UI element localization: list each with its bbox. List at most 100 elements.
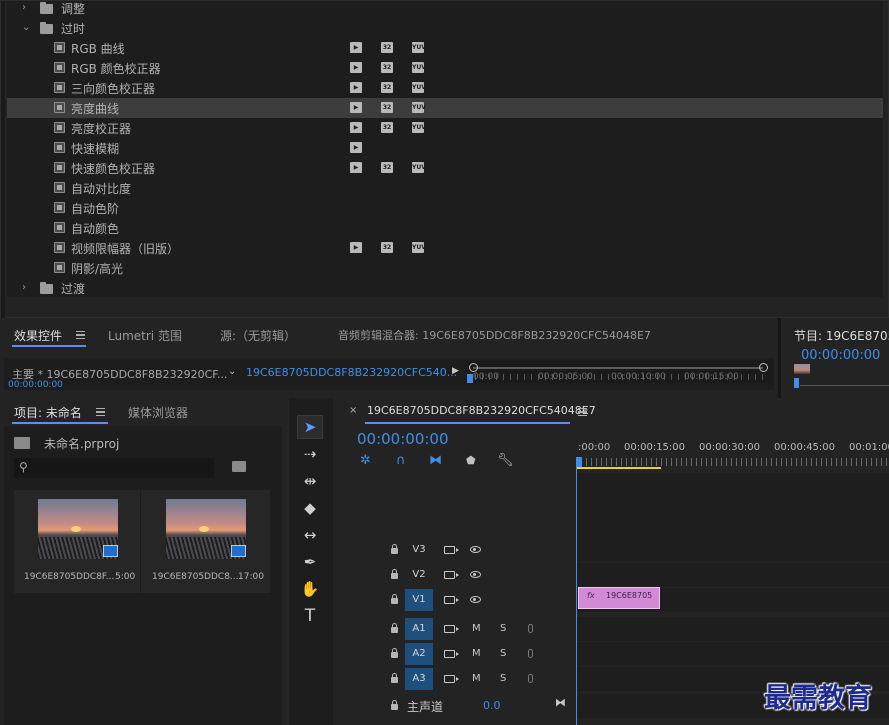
sync-lock-icon[interactable] [444, 596, 459, 604]
chevron-right-icon[interactable]: › [22, 2, 26, 13]
panel-menu-icon[interactable] [578, 408, 587, 416]
microphone-icon[interactable] [528, 674, 533, 683]
track-target-v3[interactable]: V3 [405, 539, 433, 561]
lock-icon[interactable] [391, 594, 398, 604]
tab-project[interactable]: 项目: 未命名 [14, 404, 82, 421]
project-search-input[interactable]: ⚲ [14, 458, 214, 478]
program-scrubber[interactable] [800, 385, 889, 386]
effect-item[interactable]: 快速颜色校正器 ▶ 32 YUV [7, 158, 883, 178]
microphone-icon[interactable] [528, 624, 533, 633]
clip-selector[interactable]: 19C6E8705DDC8F8B232920CFC540... [246, 366, 457, 379]
play-icon[interactable]: ▶ [452, 366, 459, 376]
panel-menu-icon[interactable] [76, 331, 85, 339]
timeline-ruler[interactable]: :00:00 00:00:15:00 00:00:30:00 00:00:45:… [576, 438, 889, 473]
work-area-bar[interactable] [576, 467, 661, 469]
video-clip[interactable]: fx 19C6E8705 [578, 587, 660, 609]
track-target-v2[interactable]: V2 [405, 564, 433, 586]
sync-lock-icon[interactable] [444, 675, 459, 683]
slip-tool-icon[interactable]: ↔ [297, 523, 323, 547]
nest-sequence-icon[interactable]: ✲ [360, 453, 371, 468]
chevron-down-icon[interactable]: ⌄ [22, 22, 30, 33]
effect-item[interactable]: 视频限幅器（旧版） ▶ 32 YUV [7, 238, 883, 258]
lock-icon[interactable] [391, 544, 398, 554]
eye-icon[interactable] [470, 546, 481, 553]
solo-button[interactable]: S [500, 673, 506, 684]
lock-icon[interactable] [391, 673, 398, 683]
go-to-end-icon[interactable]: ⧓ [555, 696, 566, 709]
master-volume[interactable]: 0.0 [483, 699, 501, 712]
mute-button[interactable]: M [472, 648, 481, 659]
effect-item[interactable]: RGB 颜色校正器 ▶ 32 YUV [7, 58, 883, 78]
effect-item[interactable]: 自动颜色 [7, 218, 883, 238]
clip-name[interactable]: 19C6E8705DDC8F... [24, 572, 114, 582]
lock-icon[interactable] [391, 569, 398, 579]
ec-zoom-handle-right[interactable] [759, 363, 768, 372]
chevron-right-icon[interactable]: › [22, 282, 26, 293]
program-playhead[interactable] [794, 378, 799, 388]
tab-source[interactable]: 源:（无剪辑） [220, 327, 296, 344]
track-lane[interactable] [576, 642, 889, 666]
track-target-a3[interactable]: A3 [405, 668, 433, 690]
ec-playhead[interactable] [467, 374, 473, 383]
lock-icon[interactable] [391, 648, 398, 658]
lock-icon[interactable] [391, 623, 398, 633]
effect-item[interactable]: 快速模糊 ▶ [7, 138, 883, 158]
playhead-line[interactable] [576, 466, 577, 725]
lock-icon[interactable] [391, 700, 398, 710]
effect-item[interactable]: 自动色阶 [7, 198, 883, 218]
track-select-tool-icon[interactable]: ⇢ [297, 442, 323, 466]
effect-item[interactable]: RGB 曲线 ▶ 32 YUV [7, 38, 883, 58]
ec-timeline-ruler[interactable]: :00:00 00:00:05:00 00:00:10:00 00:00:15:… [466, 361, 771, 383]
linked-selection-icon[interactable]: ⧓ [429, 453, 442, 468]
solo-button[interactable]: S [500, 623, 506, 634]
effect-item[interactable]: 亮度校正器 ▶ 32 YUV [7, 118, 883, 138]
ripple-edit-tool-icon[interactable]: ⇹ [297, 469, 323, 493]
effect-item[interactable]: 自动对比度 [7, 178, 883, 198]
effect-item[interactable]: 阴影/高光 [7, 258, 883, 278]
selection-tool-icon[interactable]: ➤ [297, 415, 323, 439]
effects-folder[interactable]: ⌄ 过时 [7, 18, 883, 38]
add-marker-icon[interactable]: ⬟ [466, 454, 476, 467]
track-lane[interactable] [576, 538, 889, 562]
eye-icon[interactable] [470, 571, 481, 578]
pen-tool-icon[interactable]: ✒ [297, 550, 323, 574]
panel-menu-icon[interactable] [96, 408, 105, 416]
effects-folder[interactable]: › 调整 [7, 0, 883, 18]
track-target-a1[interactable]: A1 [405, 618, 433, 640]
sync-lock-icon[interactable] [444, 546, 459, 554]
timeline-timecode[interactable]: 00:00:00:00 [357, 430, 449, 448]
solo-button[interactable]: S [500, 648, 506, 659]
mute-button[interactable]: M [472, 673, 481, 684]
type-tool-icon[interactable]: T [297, 604, 323, 628]
effects-folder[interactable]: › 过渡 [7, 278, 883, 298]
hand-tool-icon[interactable]: ✋ [297, 577, 323, 601]
sync-lock-icon[interactable] [444, 625, 459, 633]
close-icon[interactable]: × [349, 405, 357, 416]
effect-item[interactable]: 三向颜色校正器 ▶ 32 YUV [7, 78, 883, 98]
ec-zoom-handle-left[interactable] [469, 363, 478, 372]
sequence-name[interactable]: 19C6E8705DDC8... [152, 572, 239, 582]
wrench-icon[interactable]: 🔧︎ [497, 453, 514, 468]
mute-button[interactable]: M [472, 623, 481, 634]
track-target-a2[interactable]: A2 [405, 643, 433, 665]
chevron-down-icon[interactable]: ⌄ [228, 366, 236, 377]
sync-lock-icon[interactable] [444, 650, 459, 658]
snap-icon[interactable]: ∩ [396, 453, 406, 468]
track-lane[interactable] [576, 563, 889, 587]
tab-effect-controls[interactable]: 效果控件 [14, 327, 62, 344]
tab-sequence[interactable]: 19C6E8705DDC8F8B232920CFC54048E7 [367, 404, 596, 417]
ec-zoom-bar[interactable] [473, 367, 763, 369]
program-timecode[interactable]: 00:00:00:00 [801, 348, 880, 363]
microphone-icon[interactable] [528, 649, 533, 658]
tab-lumetri-scopes[interactable]: Lumetri 范围 [108, 327, 182, 344]
tab-media-browser[interactable]: 媒体浏览器 [128, 404, 188, 421]
new-bin-icon[interactable] [232, 461, 246, 472]
track-target-v1[interactable]: V1 [405, 589, 433, 611]
eye-icon[interactable] [470, 596, 481, 603]
track-lane[interactable] [576, 617, 889, 641]
tab-program-monitor[interactable]: 节目: 19C6E8705D [794, 327, 889, 344]
ec-timecode[interactable]: 00:00:00:00 [8, 380, 63, 390]
effect-item[interactable]: 亮度曲线 ▶ 32 YUV [7, 98, 883, 118]
tab-audio-clip-mixer[interactable]: 音频剪辑混合器: 19C6E8705DDC8F8B232920CFC54048E… [338, 327, 651, 343]
razor-tool-icon[interactable]: ◆ [297, 496, 323, 520]
